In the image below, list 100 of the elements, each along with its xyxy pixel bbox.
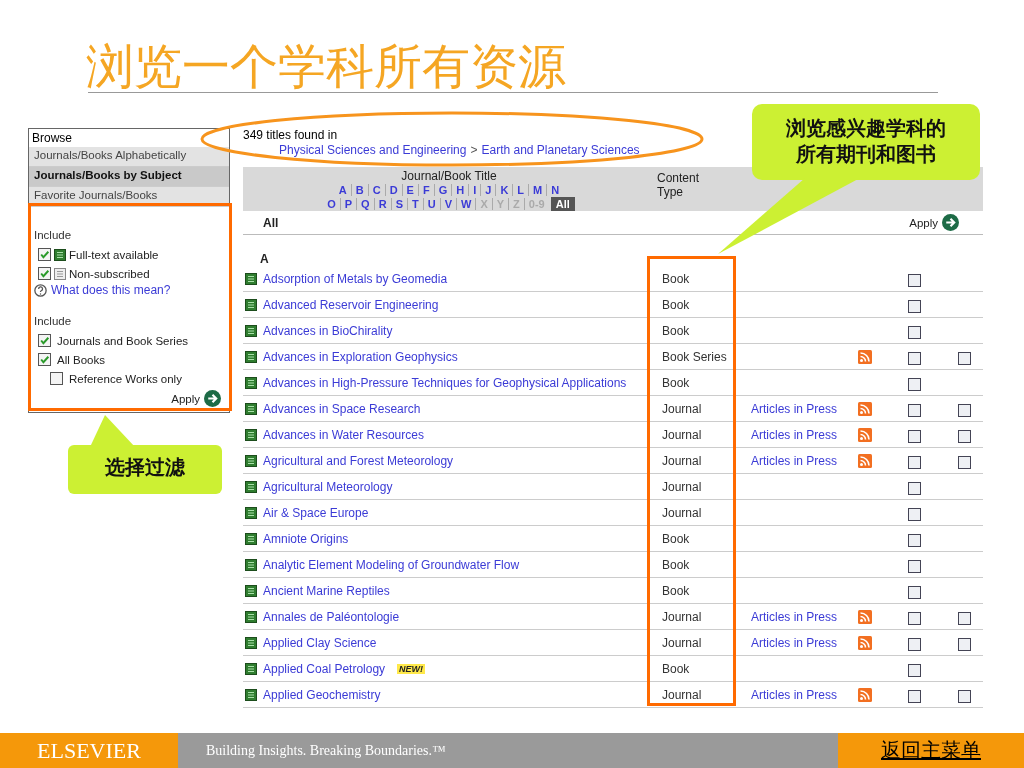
checkbox[interactable] bbox=[38, 353, 51, 366]
checkbox[interactable] bbox=[958, 690, 971, 703]
tagline: Building Insights. Breaking Boundaries.™ bbox=[206, 742, 446, 759]
letter-link[interactable]: F bbox=[417, 184, 434, 196]
checkbox[interactable] bbox=[908, 456, 921, 469]
letter-link[interactable]: Q bbox=[356, 198, 374, 210]
rss-icon[interactable] bbox=[858, 453, 872, 468]
title-link[interactable]: Ancient Marine Reptiles bbox=[263, 583, 390, 598]
letter-link[interactable]: E bbox=[401, 184, 418, 196]
letter-link[interactable]: U bbox=[422, 198, 440, 210]
checkbox[interactable] bbox=[908, 638, 921, 651]
section-label: Include bbox=[34, 315, 73, 329]
checkbox[interactable] bbox=[958, 430, 971, 443]
title-link[interactable]: Amniote Origins bbox=[263, 531, 349, 546]
checkbox[interactable] bbox=[38, 334, 51, 347]
checkbox[interactable] bbox=[908, 404, 921, 417]
breadcrumb-link[interactable]: Earth and Planetary Sciences bbox=[481, 143, 640, 157]
checkbox[interactable] bbox=[958, 638, 971, 651]
checkbox[interactable] bbox=[50, 372, 63, 385]
letter-link[interactable]: J bbox=[480, 184, 496, 196]
articles-in-press-link[interactable]: Articles in Press bbox=[751, 635, 838, 650]
articles-in-press-link[interactable]: Articles in Press bbox=[751, 427, 838, 442]
letter-link[interactable]: I bbox=[468, 184, 481, 196]
breadcrumb-link[interactable]: Physical Sciences and Engineering bbox=[279, 143, 467, 157]
title-link[interactable]: Advances in High-Pressure Techniques for Geophysical Applications bbox=[263, 375, 627, 390]
content-type: Journal bbox=[662, 427, 702, 442]
nav-item[interactable]: Journals/Books by Subject bbox=[29, 167, 229, 187]
document-icon bbox=[245, 688, 257, 701]
option-label: Journals and Book Series bbox=[57, 334, 189, 347]
title-link[interactable]: Annales de Paléontologie bbox=[263, 609, 400, 624]
checkbox[interactable] bbox=[908, 664, 921, 677]
checkbox[interactable] bbox=[908, 300, 921, 313]
arrow-icon[interactable] bbox=[942, 214, 959, 231]
checkbox[interactable] bbox=[958, 352, 971, 365]
title-link[interactable]: Advances in Water Resources bbox=[263, 427, 424, 442]
apply-button[interactable]: Apply bbox=[171, 392, 200, 405]
rss-icon[interactable] bbox=[858, 401, 872, 416]
title-link[interactable]: Adsorption of Metals by Geomedia bbox=[263, 271, 448, 286]
back-link[interactable]: 返回主菜单 bbox=[838, 733, 1024, 768]
rss-icon[interactable] bbox=[858, 609, 872, 624]
letter-link[interactable]: A bbox=[334, 184, 351, 196]
checkbox[interactable] bbox=[958, 612, 971, 625]
title-link[interactable]: Applied Coal Petrology bbox=[263, 661, 386, 676]
checkbox[interactable] bbox=[908, 482, 921, 495]
checkbox[interactable] bbox=[908, 586, 921, 599]
checkbox[interactable] bbox=[908, 534, 921, 547]
articles-in-press-link[interactable]: Articles in Press bbox=[751, 401, 838, 416]
title-link[interactable]: Applied Geochemistry bbox=[263, 687, 381, 702]
letter-link[interactable]: O bbox=[323, 198, 340, 210]
checkbox[interactable] bbox=[908, 378, 921, 391]
title-link[interactable]: Applied Clay Science bbox=[263, 635, 377, 650]
letter-link[interactable]: V bbox=[439, 198, 456, 210]
rss-icon[interactable] bbox=[858, 427, 872, 442]
letter-link[interactable]: N bbox=[546, 184, 564, 196]
checkbox[interactable] bbox=[958, 456, 971, 469]
content-type: Book bbox=[662, 583, 690, 598]
checkbox[interactable] bbox=[38, 267, 51, 280]
title-link[interactable]: Agricultural and Forest Meteorology bbox=[263, 453, 454, 468]
checkbox[interactable] bbox=[908, 326, 921, 339]
checkbox[interactable] bbox=[908, 560, 921, 573]
letter-link[interactable]: M bbox=[528, 184, 547, 196]
title-link[interactable]: Air & Space Europe bbox=[263, 505, 369, 520]
title-link[interactable]: Agricultural Meteorology bbox=[263, 479, 393, 494]
letter-link[interactable]: P bbox=[339, 198, 357, 210]
checkbox[interactable] bbox=[908, 690, 921, 703]
checkbox[interactable] bbox=[908, 430, 921, 443]
letter-link[interactable]: G bbox=[433, 184, 452, 196]
nav-item[interactable]: Journals/Books Alphabetically bbox=[29, 147, 229, 167]
letter-link[interactable]: All bbox=[550, 197, 575, 211]
apply-button[interactable]: Apply bbox=[909, 216, 938, 229]
title-link[interactable]: Advances in Space Research bbox=[263, 401, 421, 416]
checkbox[interactable] bbox=[38, 248, 51, 261]
letter-link[interactable]: H bbox=[451, 184, 469, 196]
title-link[interactable]: Advances in Exploration Geophysics bbox=[263, 349, 458, 364]
checkbox[interactable] bbox=[908, 508, 921, 521]
articles-in-press-link[interactable]: Articles in Press bbox=[751, 687, 838, 702]
letter-link[interactable]: S bbox=[390, 198, 407, 210]
help-link[interactable]: What does this mean? bbox=[51, 283, 171, 297]
rss-icon[interactable] bbox=[858, 687, 872, 702]
checkbox[interactable] bbox=[908, 352, 921, 365]
letter-link[interactable]: C bbox=[367, 184, 385, 196]
document-icon bbox=[245, 402, 257, 415]
title-link[interactable]: Advanced Reservoir Engineering bbox=[263, 297, 439, 312]
letter-link[interactable]: T bbox=[406, 198, 423, 210]
checkbox[interactable] bbox=[958, 404, 971, 417]
letter-link[interactable]: B bbox=[350, 184, 368, 196]
letter-link[interactable]: L bbox=[512, 184, 529, 196]
title-link[interactable]: Advances in BioChirality bbox=[263, 323, 393, 338]
letter-link[interactable]: R bbox=[373, 198, 391, 210]
checkbox[interactable] bbox=[908, 274, 921, 287]
letter-link[interactable]: W bbox=[456, 198, 476, 210]
checkbox[interactable] bbox=[908, 612, 921, 625]
rss-icon[interactable] bbox=[858, 635, 872, 650]
articles-in-press-link[interactable]: Articles in Press bbox=[751, 453, 838, 468]
title-link[interactable]: Analytic Element Modeling of Groundwater Flow bbox=[263, 557, 520, 572]
letter-link[interactable]: K bbox=[495, 184, 513, 196]
articles-in-press-link[interactable]: Articles in Press bbox=[751, 609, 838, 624]
letter-link[interactable]: D bbox=[384, 184, 402, 196]
arrow-icon[interactable] bbox=[204, 390, 221, 407]
rss-icon[interactable] bbox=[858, 349, 872, 364]
